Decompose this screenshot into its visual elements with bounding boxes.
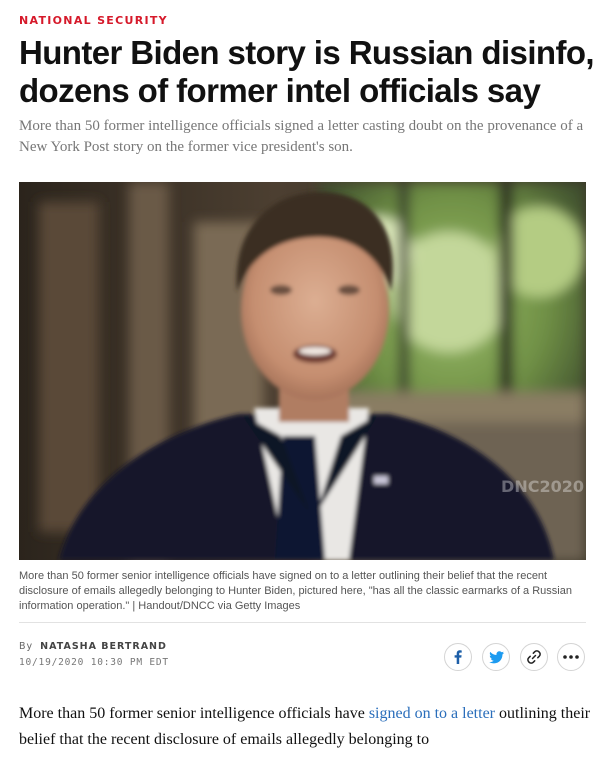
byline-prefix: By: [19, 641, 34, 652]
article-dek: More than 50 former intelligence officia…: [19, 118, 584, 155]
facebook-icon: [454, 650, 462, 664]
more-options-button[interactable]: [557, 643, 585, 671]
twitter-share-button[interactable]: [482, 643, 510, 671]
copy-link-button[interactable]: [520, 643, 548, 671]
timestamp: 10/19/2020 10:30 PM EDT: [19, 657, 169, 668]
photo-caption: More than 50 former senior intelligence …: [19, 570, 572, 612]
section-label[interactable]: NATIONAL SECURITY: [19, 14, 168, 27]
letter-link[interactable]: signed on to a letter: [369, 705, 495, 722]
body-text-before-link: More than 50 former senior intelligence …: [19, 705, 369, 722]
divider: [19, 622, 586, 623]
author-link[interactable]: NATASHA BERTRAND: [40, 641, 167, 652]
more-icon: [563, 655, 579, 659]
link-icon: [527, 650, 541, 664]
headline: Hunter Biden story is Russian disinfo, d…: [19, 34, 595, 109]
watermark-text: DNC2020: [501, 477, 584, 496]
byline: By NATASHA BERTRAND: [19, 641, 167, 652]
article-body-paragraph: More than 50 former senior intelligence …: [19, 701, 594, 753]
article-photo: DNC2020: [19, 182, 586, 560]
facebook-share-button[interactable]: [444, 643, 472, 671]
twitter-icon: [488, 650, 504, 663]
